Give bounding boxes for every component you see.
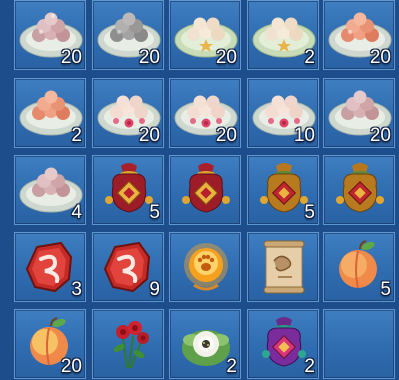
inventory-slot[interactable]: 20 — [323, 0, 395, 70]
item-count: 20 — [369, 125, 391, 146]
inventory-slot[interactable]: 20 — [14, 309, 86, 379]
inventory-slot[interactable] — [169, 232, 241, 302]
inventory-slot[interactable]: 4 — [14, 155, 86, 225]
inventory-slot[interactable]: 20 — [169, 0, 241, 70]
inventory-slot[interactable]: 20 — [169, 78, 241, 148]
item-count: 5 — [380, 279, 391, 300]
item-count: 20 — [60, 47, 82, 68]
inventory-slot[interactable]: 5 — [92, 155, 164, 225]
inventory-slot-empty[interactable] — [323, 309, 395, 379]
item-count: 2 — [304, 356, 315, 377]
lucky-bag-gold-icon — [336, 163, 384, 213]
inventory-slot[interactable]: 2 — [247, 0, 319, 70]
red-rose-bouquet-icon — [113, 321, 149, 369]
item-count: 20 — [138, 47, 160, 68]
inventory-slot[interactable]: 10 — [247, 78, 319, 148]
item-count: 5 — [304, 202, 315, 223]
inventory-slot[interactable]: 2 — [247, 309, 319, 379]
inventory-grid: 20 20 20 2 20 2 20 20 10 20 4 5 5 3 9 5 … — [0, 0, 399, 379]
item-count: 4 — [71, 202, 82, 223]
inventory-slot[interactable] — [169, 155, 241, 225]
inventory-slot[interactable] — [92, 309, 164, 379]
inventory-slot[interactable]: 20 — [92, 78, 164, 148]
inventory-slot[interactable]: 5 — [247, 155, 319, 225]
item-count: 3 — [71, 279, 82, 300]
item-count: 10 — [293, 125, 315, 146]
item-count: 5 — [149, 202, 160, 223]
item-count: 20 — [215, 47, 237, 68]
item-count: 2 — [226, 356, 237, 377]
inventory-slot[interactable]: 2 — [14, 78, 86, 148]
item-count: 20 — [215, 125, 237, 146]
item-count: 20 — [138, 125, 160, 146]
lucky-bag-red-icon — [182, 163, 230, 213]
inventory-slot[interactable]: 20 — [14, 0, 86, 70]
inventory-slot[interactable] — [247, 232, 319, 302]
inventory-slot[interactable]: 20 — [92, 0, 164, 70]
inventory-slot[interactable]: 5 — [323, 232, 395, 302]
item-count: 20 — [60, 356, 82, 377]
inventory-slot[interactable]: 20 — [323, 78, 395, 148]
inventory-slot[interactable]: 9 — [92, 232, 164, 302]
inventory-slot[interactable] — [323, 155, 395, 225]
item-count: 2 — [304, 47, 315, 68]
item-count: 2 — [71, 125, 82, 146]
golden-paw-orb-icon — [184, 243, 228, 291]
treasure-map-scroll-icon — [263, 240, 305, 294]
inventory-slot[interactable]: 3 — [14, 232, 86, 302]
item-count: 20 — [369, 47, 391, 68]
inventory-slot[interactable]: 2 — [169, 309, 241, 379]
item-count: 9 — [149, 279, 160, 300]
